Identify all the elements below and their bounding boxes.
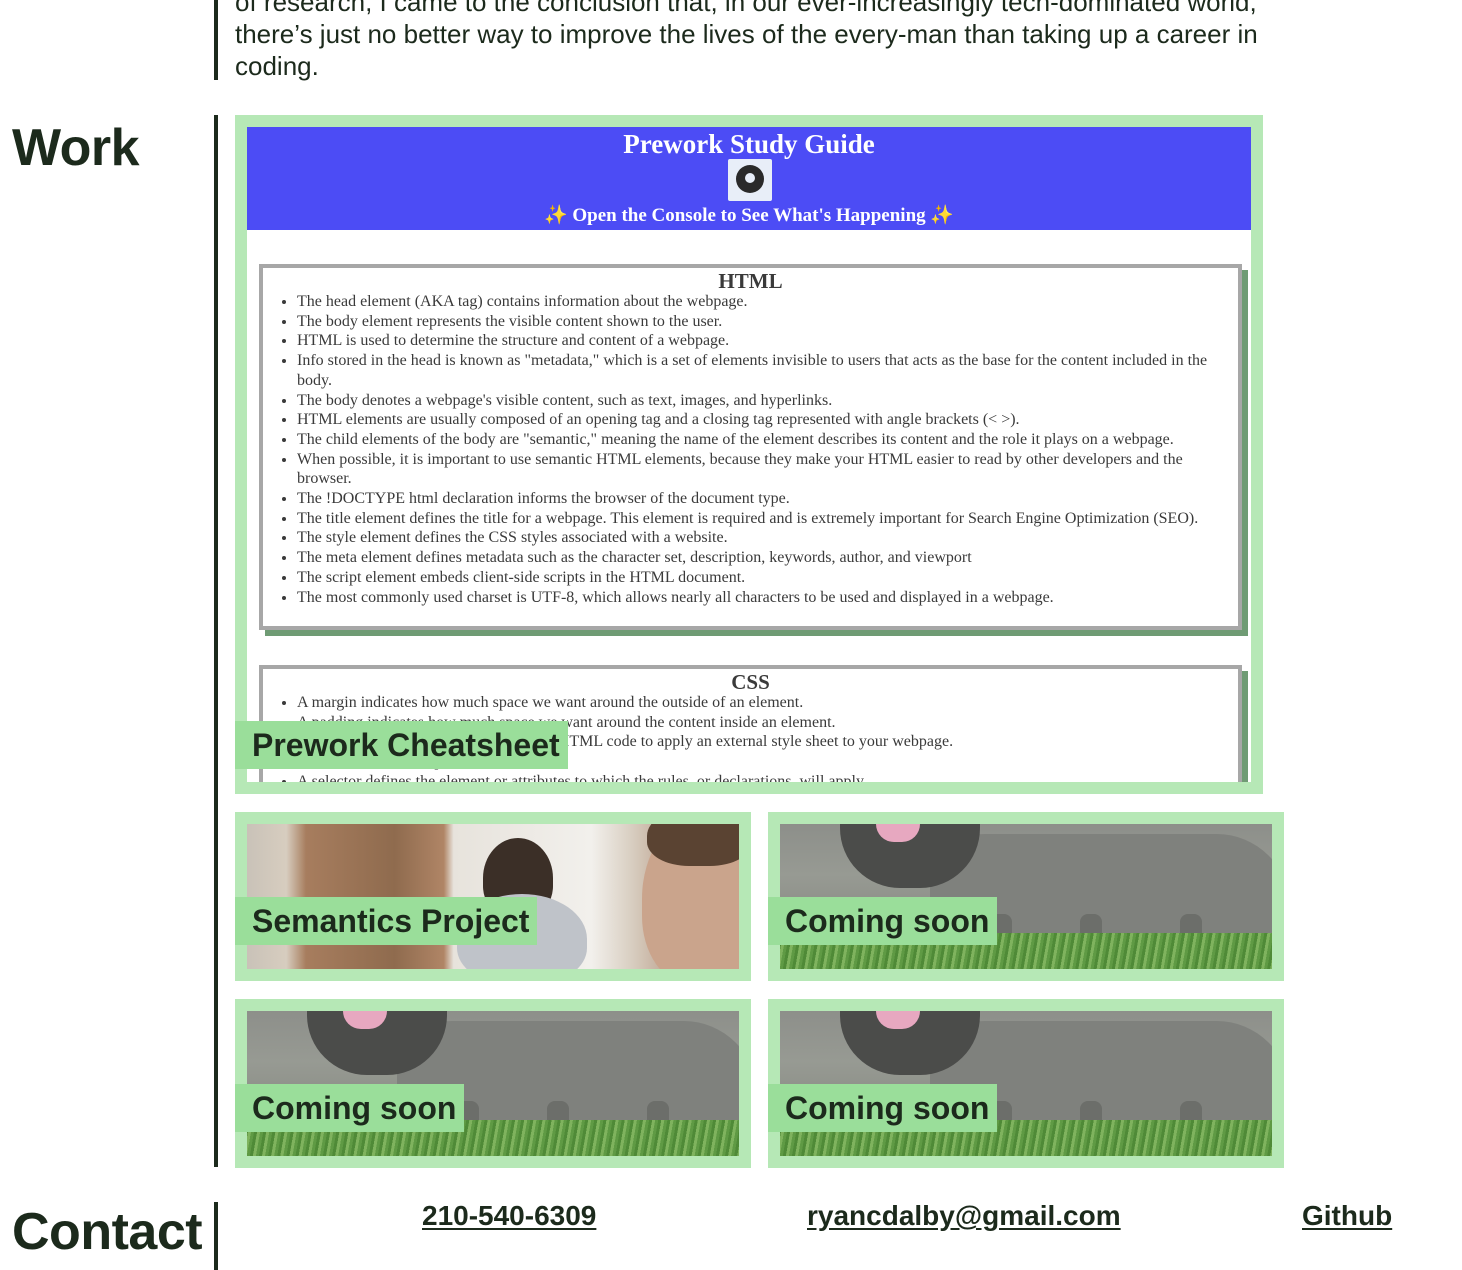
list-item: The meta element defines metadata such a… — [297, 548, 1234, 568]
html-notes-box: HTML The head element (AKA tag) contains… — [259, 264, 1242, 630]
coming-soon-card-1[interactable]: Coming soon — [768, 812, 1284, 981]
prework-cheatsheet-card[interactable]: Prework Study Guide ✨ Open the Console t… — [235, 115, 1263, 794]
list-item: When possible, it is important to use se… — [297, 450, 1234, 489]
phone-link[interactable]: 210-540-6309 — [422, 1200, 596, 1232]
list-item: HTML elements are usually composed of an… — [297, 410, 1234, 430]
cat-logo-icon — [728, 159, 772, 201]
list-item: Info stored in the head is known as "met… — [297, 351, 1234, 390]
about-divider — [214, 0, 218, 80]
contact-heading: Contact — [12, 1203, 203, 1261]
coming-soon-label: Coming soon — [768, 1084, 998, 1132]
list-item: The body denotes a webpage's visible con… — [297, 391, 1234, 411]
screenshot-subtitle: ✨ Open the Console to See What's Happeni… — [543, 205, 955, 226]
list-item: The !DOCTYPE html declaration informs th… — [297, 489, 1234, 509]
html-notes-list: The head element (AKA tag) contains info… — [297, 292, 1234, 607]
coming-soon-label: Coming soon — [768, 897, 998, 945]
list-item: A margin indicates how much space we wan… — [297, 693, 1234, 713]
prework-screenshot: Prework Study Guide ✨ Open the Console t… — [247, 127, 1251, 782]
list-item: The body element represents the visible … — [297, 312, 1234, 332]
email-link[interactable]: ryancdalby@gmail.com — [807, 1200, 1121, 1232]
semantics-project-label: Semantics Project — [235, 897, 538, 945]
work-divider — [214, 115, 218, 1167]
list-item: HTML is used to determine the structure … — [297, 331, 1234, 351]
github-link[interactable]: Github — [1302, 1200, 1392, 1232]
list-item: The most commonly used charset is UTF-8,… — [297, 588, 1234, 608]
list-item: A selector defines the element or attrib… — [297, 772, 1234, 782]
screenshot-header: Prework Study Guide ✨ Open the Console t… — [247, 127, 1251, 230]
coming-soon-label: Coming soon — [235, 1084, 465, 1132]
coming-soon-card-3[interactable]: Coming soon — [768, 999, 1284, 1168]
screenshot-title: Prework Study Guide — [623, 129, 875, 159]
coming-soon-card-2[interactable]: Coming soon — [235, 999, 751, 1168]
list-item: The title element defines the title for … — [297, 509, 1234, 529]
css-notes-heading: CSS — [731, 670, 770, 694]
work-heading: Work — [12, 119, 140, 177]
about-paragraph: of research, I came to the conclusion th… — [235, 0, 1258, 81]
list-item: The child elements of the body are "sema… — [297, 430, 1234, 450]
html-notes-heading: HTML — [718, 269, 783, 293]
list-item: The style element defines the CSS styles… — [297, 528, 1234, 548]
list-item: The head element (AKA tag) contains info… — [297, 292, 1234, 312]
semantics-project-card[interactable]: Semantics Project — [235, 812, 751, 981]
prework-cheatsheet-label: Prework Cheatsheet — [235, 721, 568, 769]
contact-divider — [214, 1202, 218, 1270]
list-item: The script element embeds client-side sc… — [297, 568, 1234, 588]
